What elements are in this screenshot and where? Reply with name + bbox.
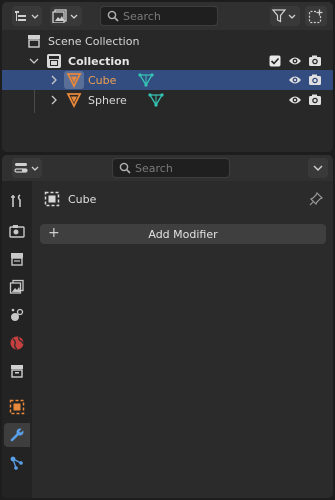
render-icon (9, 225, 25, 238)
object-tab[interactable] (4, 395, 30, 419)
properties-header: Search (2, 155, 333, 181)
scene-icon (11, 308, 24, 321)
object-icon (44, 191, 60, 207)
editor-type-button[interactable] (12, 158, 42, 178)
sphere-label: Sphere (88, 93, 127, 107)
object-name-label: Cube (68, 193, 97, 206)
chevron-down-icon (313, 165, 323, 171)
collection-icon (11, 365, 23, 378)
chevron-right-icon[interactable] (48, 94, 60, 106)
collection-icon (47, 54, 61, 68)
plus-icon: + (48, 225, 60, 241)
add-modifier-button[interactable]: + Add Modifier (40, 224, 326, 244)
mesh-data-icon[interactable] (138, 72, 154, 88)
world-icon (10, 336, 24, 350)
chevron-right-icon[interactable] (48, 74, 60, 86)
camera-icon[interactable] (308, 73, 322, 87)
particles-icon (10, 456, 23, 470)
mesh-object-icon (66, 73, 82, 88)
modifier-tab[interactable] (4, 423, 30, 447)
properties-editor-icon (14, 163, 39, 173)
properties-tab-column (2, 181, 32, 498)
outliner-row-cube[interactable]: Cube (2, 70, 333, 90)
world-tab[interactable] (4, 331, 30, 355)
particles-tab[interactable] (4, 451, 30, 475)
outliner-panel: Search Scene Collection Collection Cube … (2, 2, 333, 152)
view-layer-icon (52, 9, 78, 23)
output-tab[interactable] (4, 247, 30, 271)
search-icon (107, 10, 119, 22)
output-icon (11, 253, 23, 266)
properties-panel: Search Cube + Add Modifier (2, 155, 333, 498)
mesh-data-icon[interactable] (148, 92, 164, 108)
scene-collection-icon (28, 35, 40, 48)
camera-icon[interactable] (308, 93, 322, 107)
search-placeholder: Search (135, 161, 173, 175)
modifier-properties-content: Cube + Add Modifier (32, 181, 333, 498)
view-layer-icon (9, 279, 24, 294)
properties-search-input[interactable]: Search (112, 158, 230, 178)
filter-icon (272, 9, 296, 23)
new-collection-icon (308, 9, 323, 24)
scene-collection-label: Scene Collection (48, 34, 140, 48)
new-collection-button[interactable] (305, 6, 327, 26)
collection-row[interactable]: Collection (2, 51, 333, 71)
display-mode-button[interactable] (50, 6, 82, 26)
tool-tab[interactable] (4, 189, 30, 213)
collection-label: Collection (68, 54, 130, 68)
outliner-search-input[interactable]: Search (100, 6, 218, 26)
editor-type-button[interactable] (12, 6, 42, 26)
collection-tab[interactable] (4, 359, 30, 383)
view-layer-tab[interactable] (4, 275, 30, 299)
mesh-object-icon (66, 93, 82, 108)
wrench-icon (10, 427, 25, 442)
eye-icon[interactable] (288, 54, 302, 68)
tool-icon (11, 194, 21, 207)
eye-icon[interactable] (288, 93, 302, 107)
object-icon (9, 399, 25, 415)
scene-collection-row[interactable]: Scene Collection (2, 31, 333, 51)
outliner-editor-icon (15, 11, 39, 21)
cube-label: Cube (88, 73, 117, 87)
outliner-row-sphere[interactable]: Sphere (2, 90, 333, 110)
chevron-down-icon[interactable] (28, 55, 40, 67)
add-modifier-label: Add Modifier (148, 227, 218, 241)
pin-icon[interactable] (309, 192, 323, 206)
filter-button[interactable] (270, 6, 300, 26)
render-tab[interactable] (4, 219, 30, 243)
camera-icon[interactable] (308, 54, 322, 68)
eye-icon[interactable] (288, 73, 302, 87)
options-dropdown-button[interactable] (308, 158, 328, 178)
search-placeholder: Search (123, 9, 161, 23)
outliner-header: Search (2, 2, 333, 30)
scene-tab[interactable] (4, 303, 30, 327)
search-icon (119, 162, 131, 174)
checkbox-checked-icon[interactable] (269, 55, 281, 67)
